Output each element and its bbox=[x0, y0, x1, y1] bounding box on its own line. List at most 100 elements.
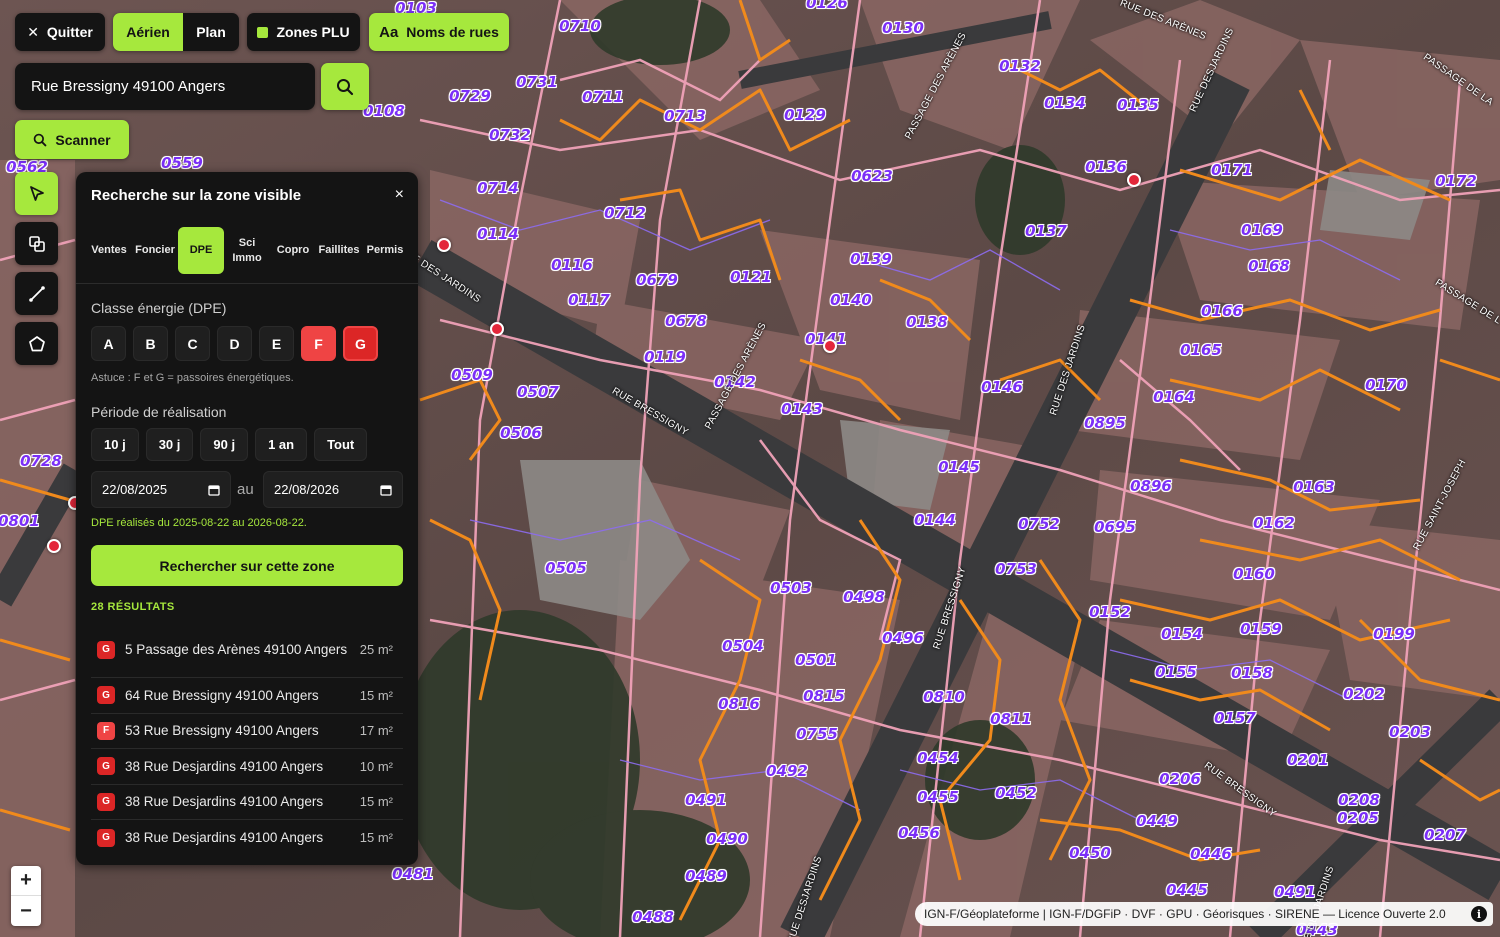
parcel-label[interactable]: 0138 bbox=[906, 313, 948, 331]
parcel-label[interactable]: 0505 bbox=[545, 559, 587, 577]
period-1y[interactable]: 1 an bbox=[255, 428, 308, 461]
parcel-label[interactable]: 0491 bbox=[685, 791, 727, 809]
parcel-label[interactable]: 0481 bbox=[392, 865, 434, 883]
result-row[interactable]: F 53 Rue Bressigny 49100 Angers 17 m² bbox=[91, 714, 403, 749]
parcel-label[interactable]: 0134 bbox=[1044, 94, 1086, 112]
parcel-label[interactable]: 0154 bbox=[1161, 625, 1203, 643]
parcel-label[interactable]: 0446 bbox=[1190, 845, 1232, 863]
parcel-label[interactable]: 0206 bbox=[1159, 770, 1201, 788]
parcel-label[interactable]: 0140 bbox=[830, 291, 872, 309]
view-plan-button[interactable]: Plan bbox=[183, 13, 239, 51]
period-30d[interactable]: 30 j bbox=[145, 428, 194, 461]
parcel-label[interactable]: 0129 bbox=[784, 106, 826, 124]
parcel-label[interactable]: 0454 bbox=[917, 749, 959, 767]
parcel-label[interactable]: 0753 bbox=[995, 560, 1037, 578]
zoom-in-button[interactable]: + bbox=[11, 866, 41, 896]
parcel-label[interactable]: 0199 bbox=[1373, 625, 1415, 643]
parcel-label[interactable]: 0712 bbox=[604, 204, 646, 222]
parcel-label[interactable]: 0810 bbox=[923, 688, 965, 706]
parcel-label[interactable]: 0168 bbox=[1248, 257, 1290, 275]
energy-class-c[interactable]: C bbox=[175, 326, 210, 361]
parcel-label[interactable]: 0755 bbox=[796, 725, 838, 743]
parcel-label[interactable]: 0452 bbox=[995, 784, 1037, 802]
energy-class-a[interactable]: A bbox=[91, 326, 126, 361]
parcel-label[interactable]: 0492 bbox=[766, 762, 808, 780]
parcel-label[interactable]: 0488 bbox=[632, 908, 674, 926]
search-input[interactable] bbox=[15, 63, 315, 110]
parcel-label[interactable]: 0491 bbox=[1274, 883, 1316, 901]
energy-class-e[interactable]: E bbox=[259, 326, 294, 361]
parcel-label[interactable]: 0126 bbox=[806, 0, 848, 12]
parcel-label[interactable]: 0132 bbox=[999, 57, 1041, 75]
polygon-tool[interactable] bbox=[15, 322, 58, 365]
parcel-label[interactable]: 0815 bbox=[803, 687, 845, 705]
parcel-label[interactable]: 0456 bbox=[898, 824, 940, 842]
parcel-label[interactable]: 0504 bbox=[722, 637, 764, 655]
parcel-label[interactable]: 0203 bbox=[1389, 723, 1431, 741]
parcel-label[interactable]: 0895 bbox=[1084, 414, 1126, 432]
parcel-label[interactable]: 0130 bbox=[882, 19, 924, 37]
parcel-label[interactable]: 0202 bbox=[1343, 685, 1385, 703]
parcel-label[interactable]: 0801 bbox=[0, 512, 40, 530]
parcel-label[interactable]: 0171 bbox=[1211, 161, 1253, 179]
parcel-label[interactable]: 0155 bbox=[1155, 663, 1197, 681]
parcel-label[interactable]: 0506 bbox=[500, 424, 542, 442]
parcel-label[interactable]: 0678 bbox=[665, 312, 707, 330]
parcel-label[interactable]: 0710 bbox=[559, 17, 601, 35]
select-tool[interactable] bbox=[15, 172, 58, 215]
parcel-label[interactable]: 0449 bbox=[1136, 812, 1178, 830]
parcel-label[interactable]: 0145 bbox=[938, 458, 980, 476]
parcel-label[interactable]: 0714 bbox=[477, 179, 519, 197]
result-row[interactable]: G 64 Rue Bressigny 49100 Angers 15 m² bbox=[91, 678, 403, 714]
parcel-label[interactable]: 0169 bbox=[1241, 221, 1283, 239]
parcel-label[interactable]: 0116 bbox=[551, 256, 593, 274]
result-row[interactable]: G 38 Rue Desjardins 49100 Angers 10 m² bbox=[91, 749, 403, 785]
parcel-label[interactable]: 0811 bbox=[990, 710, 1032, 728]
parcel-label[interactable]: 0732 bbox=[489, 126, 531, 144]
parcel-label[interactable]: 0729 bbox=[449, 87, 491, 105]
energy-class-b[interactable]: B bbox=[133, 326, 168, 361]
parcel-label[interactable]: 0208 bbox=[1338, 791, 1380, 809]
parcel-label[interactable]: 0752 bbox=[1018, 515, 1060, 533]
parcel-label[interactable]: 0489 bbox=[685, 867, 727, 885]
parcel-label[interactable]: 0728 bbox=[20, 452, 62, 470]
layers-tool[interactable] bbox=[15, 222, 58, 265]
parcel-label[interactable]: 0135 bbox=[1117, 96, 1159, 114]
parcel-label[interactable]: 0114 bbox=[477, 225, 519, 243]
search-zone-button[interactable]: Rechercher sur cette zone bbox=[91, 545, 403, 586]
parcel-label[interactable]: 0731 bbox=[516, 73, 558, 91]
tab-foncier[interactable]: Foncier bbox=[132, 227, 178, 274]
tab-copro[interactable]: Copro bbox=[270, 227, 316, 274]
tab-permis[interactable]: Permis bbox=[362, 227, 408, 274]
period-all[interactable]: Tout bbox=[314, 428, 368, 461]
parcel-label[interactable]: 0498 bbox=[843, 588, 885, 606]
parcel-label[interactable]: 0713 bbox=[664, 107, 706, 125]
parcel-label[interactable]: 0896 bbox=[1130, 477, 1172, 495]
parcel-label[interactable]: 0136 bbox=[1085, 158, 1127, 176]
date-from-field[interactable]: 22/08/2025 bbox=[91, 471, 231, 508]
search-button[interactable] bbox=[321, 63, 369, 110]
period-90d[interactable]: 90 j bbox=[200, 428, 249, 461]
dpe-marker-pin[interactable] bbox=[437, 238, 451, 252]
parcel-label[interactable]: 0445 bbox=[1166, 881, 1208, 899]
parcel-label[interactable]: 0165 bbox=[1180, 341, 1222, 359]
parcel-label[interactable]: 0559 bbox=[161, 154, 203, 172]
parcel-label[interactable]: 0152 bbox=[1089, 603, 1131, 621]
tab-ventes[interactable]: Ventes bbox=[86, 227, 132, 274]
parcel-label[interactable]: 0623 bbox=[851, 167, 893, 185]
dpe-marker-pin[interactable] bbox=[47, 539, 61, 553]
panel-close-button[interactable]: × bbox=[395, 186, 404, 204]
parcel-label[interactable]: 0455 bbox=[917, 788, 959, 806]
result-row[interactable]: G 38 Rue Desjardins 49100 Angers 15 m² bbox=[91, 820, 403, 856]
parcel-label[interactable]: 0157 bbox=[1214, 709, 1256, 727]
parcel-label[interactable]: 0509 bbox=[451, 366, 493, 384]
parcel-label[interactable]: 0144 bbox=[914, 511, 956, 529]
parcel-label[interactable]: 0450 bbox=[1069, 844, 1111, 862]
parcel-label[interactable]: 0121 bbox=[730, 268, 772, 286]
quit-button[interactable]: ✕ Quitter bbox=[15, 13, 105, 51]
dpe-marker-pin[interactable] bbox=[823, 339, 837, 353]
dpe-marker-pin[interactable] bbox=[1127, 173, 1141, 187]
parcel-label[interactable]: 0490 bbox=[706, 830, 748, 848]
energy-class-g[interactable]: G bbox=[343, 326, 378, 361]
scanner-button[interactable]: Scanner bbox=[15, 120, 129, 159]
